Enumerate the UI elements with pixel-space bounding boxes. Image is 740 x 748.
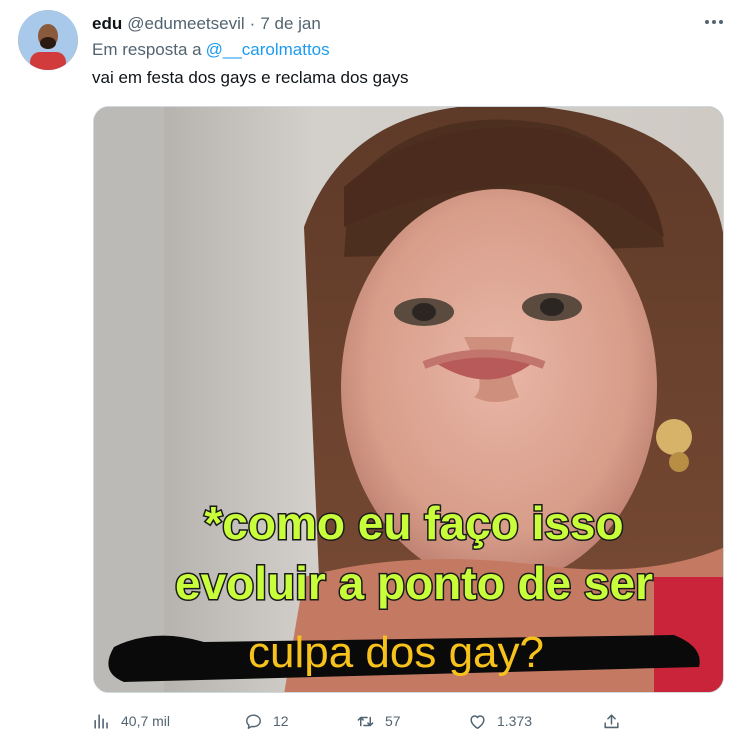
like-button[interactable]: 1.373 [468,706,532,736]
tweet-date[interactable]: 7 de jan [260,14,321,34]
more-icon[interactable] [700,10,728,34]
reply-context: Em resposta a @__carolmattos [92,40,330,60]
author-name[interactable]: edu [92,14,122,34]
avatar[interactable] [18,10,78,70]
reply-mention-link[interactable]: @__carolmattos [206,40,330,59]
reply-prefix: Em resposta a [92,40,202,59]
tweet-header: edu @edumeetsevil · 7 de jan [92,12,321,36]
author-handle[interactable]: @edumeetsevil [127,14,244,34]
caption-line-1: *como eu faço isso [204,497,623,549]
caption-line-2: evoluir a ponto de ser [175,557,653,609]
heart-icon [470,714,485,729]
meme-caption: *como eu faço isso evoluir a ponto de se… [108,496,700,682]
separator: · [249,14,256,33]
views-button[interactable]: 40,7 mil [92,706,170,736]
tweet: edu @edumeetsevil · 7 de jan Em resposta… [0,0,740,748]
views-icon [94,713,108,729]
reply-button[interactable]: 12 [244,706,289,736]
tweet-media[interactable]: *como eu faço isso evoluir a ponto de se… [93,106,724,693]
overlay-text: culpa dos gay? [248,628,544,677]
views-count: 40,7 mil [121,713,171,729]
retweet-count: 57 [385,713,401,729]
share-button[interactable] [602,706,621,736]
retweet-button[interactable]: 57 [356,706,401,736]
share-icon [604,713,619,728]
retweet-icon [357,716,374,726]
reply-icon [246,713,261,729]
tweet-text: vai em festa dos gays e reclama dos gays [92,68,409,87]
reply-count: 12 [273,713,289,729]
avatar-image [18,10,78,70]
action-bar: 40,7 mil 12 57 1.373 [92,706,732,736]
like-count: 1.373 [497,713,533,729]
